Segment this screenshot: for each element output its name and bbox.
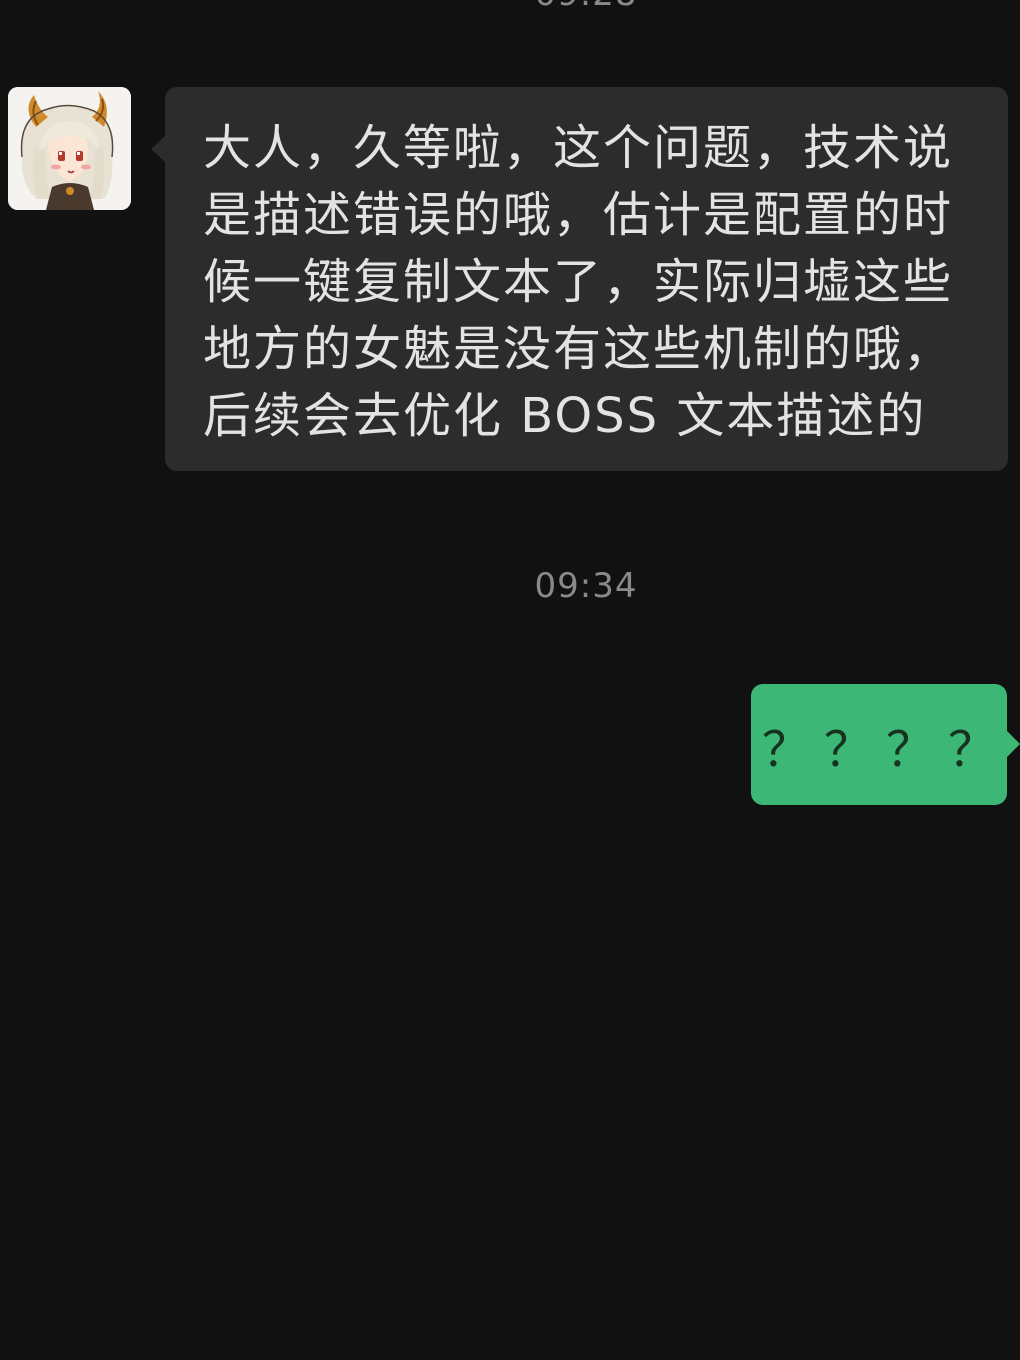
- timestamp-top: 09:28: [0, 0, 1020, 14]
- incoming-message-text: 大人，久等啦，这个问题，技术说是描述错误的哦，估计是配置的时候一键复制文本了，实…: [203, 120, 954, 444]
- outgoing-message-bubble[interactable]: ？？？？: [751, 684, 1020, 805]
- anime-character-avatar-icon: [8, 87, 131, 210]
- chat-window: 09:28: [0, 0, 1020, 1360]
- timestamp-middle: 09:34: [534, 566, 638, 606]
- incoming-message-bubble[interactable]: 大人，久等啦，这个问题，技术说是描述错误的哦，估计是配置的时候一键复制文本了，实…: [151, 87, 1008, 471]
- outgoing-message-text: ？？？？: [762, 721, 1011, 778]
- contact-avatar[interactable]: [8, 87, 131, 210]
